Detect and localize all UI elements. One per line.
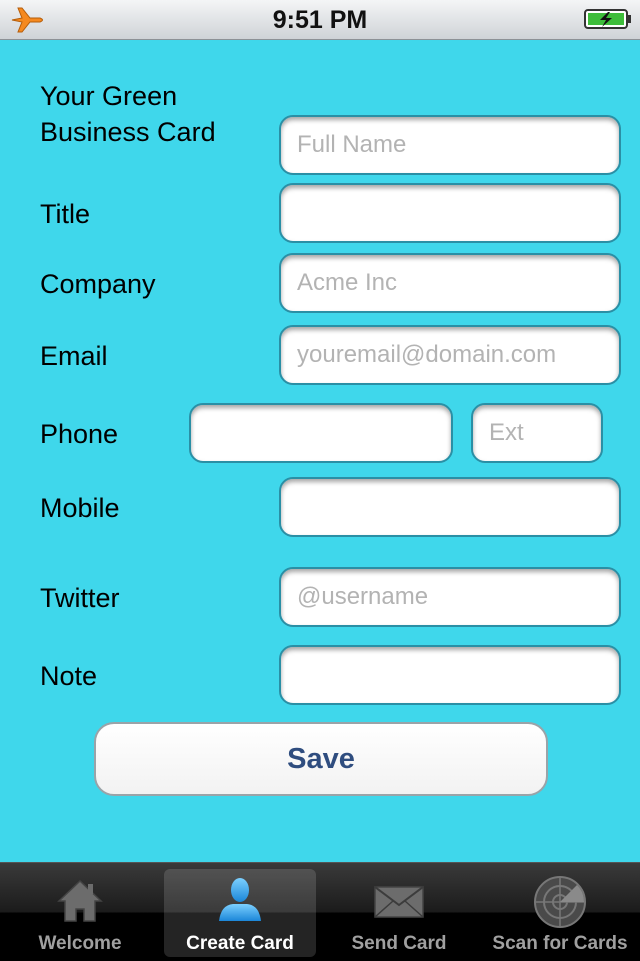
tab-welcome[interactable]: Welcome	[4, 869, 156, 957]
twitter-label: Twitter	[40, 583, 120, 613]
mobile-input[interactable]	[279, 477, 621, 537]
tab-create-card-label: Create Card	[186, 933, 294, 954]
radar-icon	[534, 876, 586, 928]
tab-welcome-label: Welcome	[38, 933, 122, 954]
phone-ext-input[interactable]	[471, 403, 603, 463]
tab-scan-for-cards[interactable]: Scan for Cards	[484, 869, 636, 957]
full-name-input[interactable]	[279, 115, 621, 175]
email-input[interactable]	[279, 325, 621, 385]
tab-send-card[interactable]: Send Card	[323, 869, 475, 957]
home-icon	[57, 879, 103, 922]
tab-bar: Welcome Create Card Send Card Scan for C…	[0, 862, 640, 961]
mobile-label: Mobile	[40, 493, 120, 523]
person-icon	[219, 878, 261, 921]
note-label: Note	[40, 661, 98, 691]
tab-send-card-label: Send Card	[351, 933, 447, 954]
form-heading: Your Green Business Card	[40, 81, 216, 147]
status-time: 9:51 PM	[272, 6, 368, 34]
status-bar: 9:51 PM	[0, 0, 640, 40]
company-label: Company	[40, 269, 156, 299]
tab-create-card[interactable]: Create Card	[164, 869, 316, 957]
phone-label: Phone	[40, 419, 119, 449]
create-card-form: Your Green Business Card Title Company E…	[0, 40, 640, 862]
envelope-icon	[374, 886, 424, 918]
note-input[interactable]	[279, 645, 621, 705]
twitter-input[interactable]	[279, 567, 621, 627]
title-input[interactable]	[279, 183, 621, 243]
phone-input[interactable]	[189, 403, 453, 463]
battery-charging-icon	[584, 9, 631, 29]
company-input[interactable]	[279, 253, 621, 313]
title-label: Title	[40, 199, 91, 229]
save-button[interactable]: Save	[94, 722, 548, 796]
email-label: Email	[40, 341, 108, 371]
tab-scan-for-cards-label: Scan for Cards	[492, 933, 628, 954]
